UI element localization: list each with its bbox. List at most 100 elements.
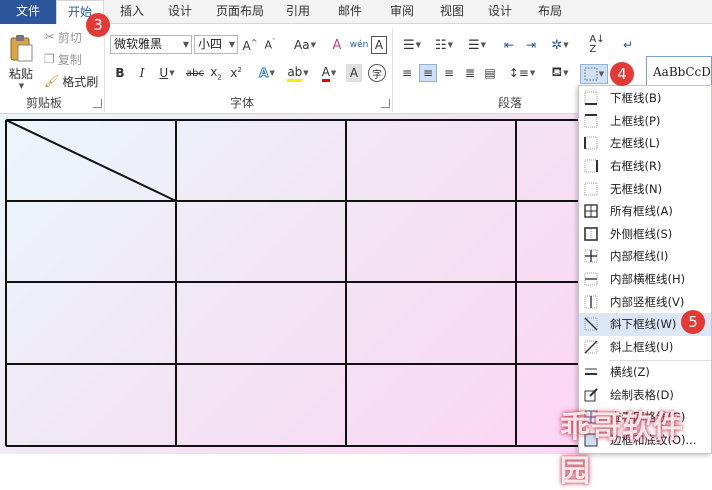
tab-table-layout[interactable]: 布局 (530, 0, 570, 24)
separator (104, 28, 105, 112)
inside-borders-icon (584, 249, 598, 263)
separator (392, 28, 393, 112)
borders-button[interactable]: ▼ (580, 64, 608, 84)
chinese-layout-button[interactable]: ✲ ▼ (546, 36, 574, 54)
tab-table-design[interactable]: 设计 (480, 0, 520, 24)
show-marks-button[interactable]: ↵ (620, 36, 636, 54)
format-painter-button[interactable]: 🖌 格式刷 (44, 72, 98, 90)
strikethrough-button[interactable]: abc (184, 64, 206, 82)
clipboard-launcher-icon[interactable] (93, 99, 102, 108)
distributed-button[interactable]: ▤ (481, 64, 499, 82)
menu-item-no-border[interactable]: 无框线(N) (579, 177, 711, 200)
grow-font-button[interactable]: A^ (242, 36, 258, 54)
shading-button[interactable]: ⛾ ▼ (546, 64, 574, 82)
menu-item-label: 内部竖框线(V) (610, 294, 685, 309)
style-preview: AaBbCcDc (653, 65, 711, 79)
menu-item-left-border[interactable]: 左框线(L) (579, 132, 711, 155)
italic-icon: I (139, 66, 145, 80)
numbering-icon: ☷ (434, 37, 447, 53)
right-border-icon (584, 159, 598, 173)
tab-insert[interactable]: 插入 (112, 0, 152, 24)
bold-button[interactable]: B (112, 64, 128, 82)
tab-review[interactable]: 审阅 (382, 0, 422, 24)
menu-item-label: 右框线(R) (610, 159, 662, 174)
menu-item-all-borders[interactable]: 所有框线(A) (579, 200, 711, 223)
align-right-button[interactable]: ≡ (440, 64, 458, 82)
menu-item-diagonal-up[interactable]: 斜上框线(U) (579, 336, 711, 359)
menu-item-label: 左框线(L) (610, 136, 660, 151)
outside-borders-icon (584, 227, 598, 241)
subscript-button[interactable]: x2 (208, 64, 224, 82)
highlight-button[interactable]: ab ▼ (284, 64, 312, 82)
align-left-button[interactable]: ≡ (398, 64, 416, 82)
menu-item-label: 无框线(N) (610, 181, 663, 196)
italic-button[interactable]: I (134, 64, 150, 82)
menu-item-label: 绘制表格(D) (610, 387, 674, 402)
paste-label: 粘贴 (8, 66, 33, 81)
menu-item-top-border[interactable]: 上框线(P) (579, 110, 711, 133)
align-center-icon: ≡ (422, 66, 434, 80)
text-effects-button[interactable]: A ▼ (254, 64, 280, 82)
decrease-indent-button[interactable]: ⇤ (500, 36, 518, 54)
bullets-button[interactable]: ☰ ▼ (398, 36, 426, 54)
align-center-button[interactable]: ≡ (419, 64, 437, 82)
underline-button[interactable]: U ▼ (154, 64, 180, 82)
paste-button[interactable]: 粘贴 ▼ (6, 30, 36, 92)
sort-button[interactable]: A↓ Z (588, 34, 606, 56)
all-borders-icon (584, 204, 598, 218)
copy-button[interactable]: ❐ 复制 (44, 50, 82, 68)
line-spacing-button[interactable]: ↕≡ ▼ (508, 64, 536, 82)
menu-item-horizontal-line[interactable]: 横线(Z) (579, 361, 711, 384)
font-color-button[interactable]: A ▼ (316, 64, 342, 82)
superscript-button[interactable]: x2 (228, 64, 244, 82)
menu-item-label: 横线(Z) (610, 365, 650, 380)
bottom-border-icon (584, 91, 598, 106)
scissors-icon: ✂ (44, 29, 55, 45)
font-name-value: 微软雅黑 (114, 37, 163, 51)
subscript-icon: x2 (210, 64, 222, 82)
char-shading-icon: A (349, 66, 359, 80)
increase-indent-button[interactable]: ⇥ (522, 36, 540, 54)
numbering-button[interactable]: ☷ ▼ (430, 36, 458, 54)
tab-file[interactable]: 文件 (0, 0, 56, 24)
menu-item-outside-borders[interactable]: 外侧框线(S) (579, 223, 711, 246)
clear-format-button[interactable]: A (328, 36, 346, 54)
tab-references[interactable]: 引用 (278, 0, 318, 24)
clipboard-group-label: 剪贴板 (26, 96, 63, 110)
tab-page-layout[interactable]: 页面布局 (208, 0, 272, 24)
char-shading-button[interactable]: A (346, 64, 362, 82)
eraser-icon: A (332, 37, 342, 53)
char-border-button[interactable]: A (371, 36, 387, 54)
menu-item-label: 下框线(B) (610, 91, 662, 106)
menu-item-right-border[interactable]: 右框线(R) (579, 155, 711, 178)
menu-item-label: 斜上框线(U) (610, 339, 674, 354)
justify-button[interactable]: ≣ (461, 64, 479, 82)
font-name-combo[interactable]: 微软雅黑 ▼ (110, 35, 192, 54)
inside-vertical-icon (584, 295, 598, 309)
underline-icon: U (159, 66, 169, 80)
top-border-icon (584, 113, 598, 128)
highlighter-icon: ab (287, 65, 303, 82)
menu-item-bottom-border[interactable]: 下框线(B) (579, 87, 711, 110)
enclose-char-button[interactable]: 字 (368, 64, 386, 82)
menu-item-inside-borders[interactable]: 内部框线(I) (579, 245, 711, 268)
align-left-icon: ≡ (401, 66, 413, 80)
paragraph-group-label: 段落 (498, 96, 523, 110)
copy-label: 复制 (57, 52, 82, 67)
tab-design[interactable]: 设计 (160, 0, 200, 24)
font-size-combo[interactable]: 小四 ▼ (194, 35, 238, 54)
menu-item-inside-horizontal[interactable]: 内部横框线(H) (579, 268, 711, 291)
horizontal-line-icon (585, 368, 597, 376)
phonetic-guide-button[interactable]: wén (350, 36, 369, 54)
menu-item-label: 斜下框线(W) (610, 317, 677, 332)
multilevel-list-button[interactable]: ☰ ▼ (462, 36, 492, 54)
tab-view[interactable]: 视图 (432, 0, 472, 24)
cut-button[interactable]: ✂ 剪切 (44, 28, 82, 46)
shrink-font-button[interactable]: Aˇ (262, 36, 278, 54)
bold-icon: B (115, 66, 125, 80)
justify-icon: ≣ (464, 66, 476, 80)
menu-item-label: 外侧框线(S) (610, 226, 673, 241)
font-launcher-icon[interactable] (381, 99, 390, 108)
change-case-button[interactable]: Aa ▼ (290, 36, 320, 54)
tab-mailings[interactable]: 邮件 (330, 0, 370, 24)
